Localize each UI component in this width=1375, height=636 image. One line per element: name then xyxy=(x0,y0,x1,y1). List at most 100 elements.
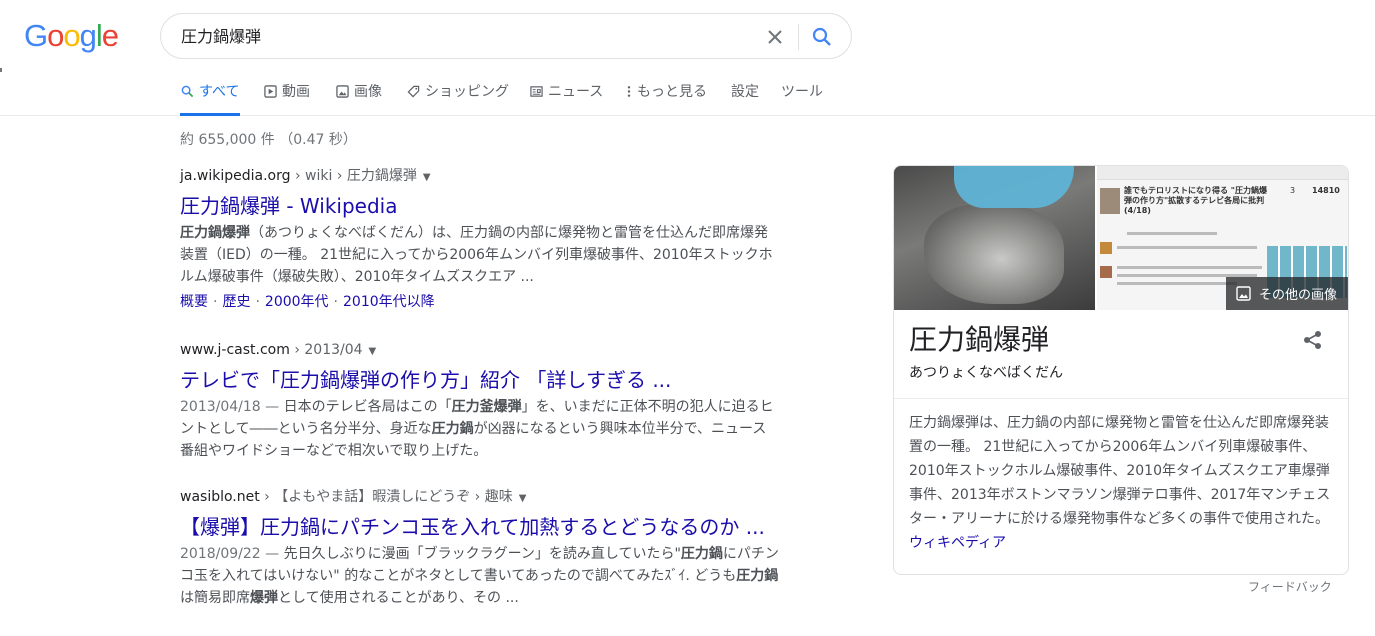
sitelinks: 概要 · 歴史 · 2000年代 · 2010年代以降 xyxy=(180,291,780,313)
panel-subtitle: あつりょくなべばくだん xyxy=(909,365,1063,381)
image-icon xyxy=(1236,286,1251,301)
search-result: wasiblo.net › 【よもやま話】暇潰しにどうぞ › 趣味 ▼ 【爆弾】圧… xyxy=(180,487,780,609)
thumb-header xyxy=(1097,166,1348,180)
search-tabs: すべて 動画 画像 ショッピング ニュース もっと見る 設定 ツール xyxy=(0,72,1375,116)
snippet-text: として使用されることがあり、その ... xyxy=(278,590,519,606)
logo-letter: G xyxy=(24,18,48,53)
result-domain: wasiblo.net xyxy=(180,489,260,505)
snippet-bold: 圧力鍋 xyxy=(736,568,779,584)
chevron-down-icon[interactable]: ▼ xyxy=(519,493,527,504)
result-date: 2013/04/18 — xyxy=(180,399,284,415)
blue-glove xyxy=(954,166,1074,208)
result-date: 2018/09/22 — xyxy=(180,546,284,562)
thumb-image xyxy=(1100,266,1112,278)
sitelink[interactable]: 2010年代以降 xyxy=(343,294,435,310)
tab-label: ツール xyxy=(781,84,823,100)
snippet-text: 日本のテレビ各局はこの「 xyxy=(283,399,452,415)
thumb-headline: 誰でもテロリストになり得る "圧力鍋爆弾の作り方"拡散するテレビ各局に批判 (4… xyxy=(1124,186,1267,215)
thumb-line xyxy=(1117,246,1257,249)
description-text: 圧力鍋爆弾は、圧力鍋の内部に爆発物と雷管を仕込んだ即席爆発装置の一種。 21世紀… xyxy=(909,415,1331,527)
sitelink[interactable]: 概要 xyxy=(180,294,208,310)
tab-news[interactable]: ニュース xyxy=(530,82,603,116)
thumb-line xyxy=(1117,282,1237,285)
pressure-cooker-debris xyxy=(924,204,1064,304)
thumb-count: 3 xyxy=(1290,186,1296,195)
thumb-image xyxy=(1100,242,1112,254)
tab-label: もっと見る xyxy=(637,84,707,100)
tag-icon xyxy=(407,85,420,98)
thumb-count: 14810 xyxy=(1312,186,1340,195)
tab-label: 動画 xyxy=(282,84,310,100)
result-domain: ja.wikipedia.org xyxy=(180,168,291,184)
search-icon[interactable] xyxy=(810,25,834,49)
search-divider xyxy=(798,24,799,50)
result-snippet: 2018/09/22 — 先日久しぶりに漫画「ブラックラグーン」を読み直していた… xyxy=(180,543,780,609)
share-icon[interactable] xyxy=(1302,329,1324,351)
thumb-line xyxy=(1127,232,1217,235)
snippet-bold: 圧力鍋 xyxy=(680,546,723,562)
more-images-label: その他の画像 xyxy=(1259,288,1338,303)
result-url[interactable]: ja.wikipedia.org › wiki › 圧力鍋爆弾 ▼ xyxy=(180,166,780,188)
result-url[interactable]: www.j-cast.com › 2013/04 ▼ xyxy=(180,340,780,362)
snippet-bold: 爆弾 xyxy=(250,590,278,606)
search-input[interactable]: 圧力鍋爆弾 xyxy=(181,26,261,48)
knowledge-panel: 誰でもテロリストになり得る "圧力鍋爆弾の作り方"拡散するテレビ各局に批判 (4… xyxy=(893,165,1349,575)
search-box[interactable]: 圧力鍋爆弾 xyxy=(160,13,852,59)
snippet-bold: 圧力鍋爆弾 xyxy=(180,225,250,241)
panel-divider xyxy=(894,398,1348,399)
result-url[interactable]: wasiblo.net › 【よもやま話】暇潰しにどうぞ › 趣味 ▼ xyxy=(180,487,780,509)
thumb-line xyxy=(1117,266,1262,269)
result-snippet: 2013/04/18 — 日本のテレビ各局はこの「圧力釜爆弾」を、いまだに正体不… xyxy=(180,396,780,462)
result-path: › wiki › 圧力鍋爆弾 xyxy=(290,168,417,184)
tab-more[interactable]: もっと見る xyxy=(626,82,707,116)
separator-dot: · xyxy=(333,294,338,310)
tab-shopping[interactable]: ショッピング xyxy=(407,82,509,116)
search-icon xyxy=(181,85,194,98)
snippet-bold: 圧力釜爆弾 xyxy=(451,399,522,415)
tab-label: 設定 xyxy=(731,84,759,100)
result-title-link[interactable]: 圧力鍋爆弾 - Wikipedia xyxy=(180,193,780,219)
panel-title: 圧力鍋爆弾 xyxy=(909,323,1050,356)
logo-letter: o xyxy=(47,18,64,53)
sitelink[interactable]: 歴史 xyxy=(222,294,250,310)
google-logo[interactable]: Google xyxy=(24,18,119,53)
panel-description: 圧力鍋爆弾は、圧力鍋の内部に爆発物と雷管を仕込んだ即席爆発装置の一種。 21世紀… xyxy=(909,411,1335,555)
logo-letter: o xyxy=(63,18,80,53)
feedback-link[interactable]: フィードバック xyxy=(1248,578,1332,595)
snippet-text: 先日久しぶりに漫画「ブラックラグーン」を読み直していたら" xyxy=(283,546,681,562)
panel-image-main[interactable] xyxy=(894,166,1095,310)
snippet-text: は簡易即席 xyxy=(180,590,250,606)
separator-dot: · xyxy=(255,294,260,310)
tab-images[interactable]: 画像 xyxy=(336,82,382,116)
result-snippet: 圧力鍋爆弾（あつりょくなべばくだん）は、圧力鍋の内部に爆発物と雷管を仕込んだ即席… xyxy=(180,222,780,288)
tab-label: すべて xyxy=(199,84,240,100)
image-icon xyxy=(336,85,349,98)
wikipedia-link[interactable]: ウィキペディア xyxy=(909,535,1006,551)
news-icon xyxy=(530,86,543,97)
search-result: ja.wikipedia.org › wiki › 圧力鍋爆弾 ▼ 圧力鍋爆弾 -… xyxy=(180,166,780,313)
tab-label: 画像 xyxy=(354,84,382,100)
chevron-down-icon[interactable]: ▼ xyxy=(423,172,431,183)
close-icon[interactable] xyxy=(763,25,787,49)
logo-letter: g xyxy=(79,18,97,53)
result-domain: www.j-cast.com xyxy=(180,342,290,358)
search-result: www.j-cast.com › 2013/04 ▼ テレビで「圧力鍋爆弾の作り方… xyxy=(180,340,780,462)
thumb-image xyxy=(1100,188,1120,214)
result-title-link[interactable]: テレビで「圧力鍋爆弾の作り方」紹介 「詳しすぎる ... xyxy=(180,367,780,393)
tab-video[interactable]: 動画 xyxy=(264,82,310,116)
video-icon xyxy=(264,85,277,98)
snippet-text: （あつりょくなべばくだん）は、圧力鍋の内部に爆発物と雷管を仕込んだ即席爆発装置（… xyxy=(180,225,773,285)
tab-all[interactable]: すべて xyxy=(180,82,241,116)
result-title-link[interactable]: 【爆弾】圧力鍋にパチンコ玉を入れて加熱するとどうなるのか ... xyxy=(180,514,780,540)
logo-letter: e xyxy=(101,18,119,53)
more-images-button[interactable]: その他の画像 xyxy=(1226,277,1348,310)
tab-settings[interactable]: 設定 xyxy=(731,82,759,116)
chevron-down-icon[interactable]: ▼ xyxy=(369,346,377,357)
sitelink[interactable]: 2000年代 xyxy=(265,294,329,310)
separator-dot: · xyxy=(213,294,218,310)
result-stats: 約 655,000 件 （0.47 秒） xyxy=(180,132,357,148)
more-vert-icon xyxy=(627,86,631,97)
result-path: › 【よもやま話】暇潰しにどうぞ › 趣味 xyxy=(259,489,513,505)
tab-tools[interactable]: ツール xyxy=(781,82,823,116)
result-path: › 2013/04 xyxy=(289,342,363,358)
